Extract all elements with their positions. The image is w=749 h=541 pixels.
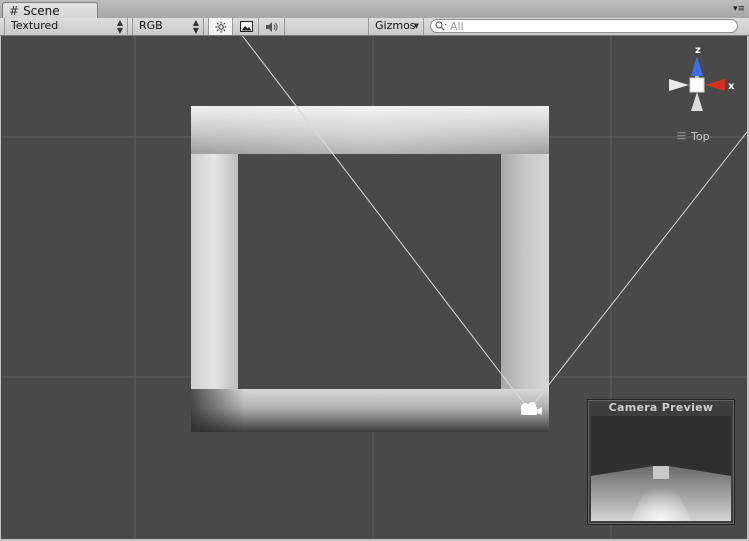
room-walls	[191, 106, 549, 432]
camera-preview-title: Camera Preview	[608, 401, 714, 414]
tab-strip: # Scene ▾≡	[0, 0, 749, 19]
menu-lines-icon: — — —	[677, 128, 686, 144]
image-icon	[239, 21, 253, 32]
view-orientation-text: Top	[691, 130, 710, 143]
tab-scene-label: Scene	[23, 3, 60, 18]
color-mode-dropdown[interactable]: RGB ▲ ▼	[132, 18, 204, 35]
scene-toolbar: Textured ▲ ▼ RGB ▲ ▼ Gizmos ▼ All	[0, 18, 749, 36]
view-orientation-label[interactable]: — — — Top	[677, 128, 710, 144]
search-input[interactable]	[447, 20, 730, 32]
z-axis-label: z	[695, 45, 701, 56]
camera-preview-panel: Camera Preview	[587, 399, 735, 525]
updown-arrows-icon: ▲ ▼	[192, 17, 199, 35]
orientation-gizmo: z x	[669, 45, 735, 111]
scene-viewport[interactable]: z x — — — Top Camera Preview	[1, 36, 747, 539]
render-mode-value: Textured	[11, 19, 59, 32]
camera-preview-image	[591, 416, 731, 521]
search-icon	[435, 21, 447, 31]
scene-window: # Scene ▾≡ Textured ▲ ▼ RGB ▲ ▼ Gizmos ▼…	[0, 0, 749, 541]
updown-arrows-icon: ▲ ▼	[116, 17, 123, 35]
audio-toggle-button[interactable]	[260, 18, 285, 35]
color-mode-value: RGB	[139, 19, 163, 32]
lighting-toggle-button[interactable]	[208, 18, 233, 35]
panel-menu-icon[interactable]: ▾≡	[733, 4, 745, 14]
dropdown-arrow-icon: ▼	[413, 22, 419, 30]
search-field[interactable]	[430, 19, 738, 33]
scene-fx-toggle-button[interactable]	[234, 18, 259, 35]
speaker-icon	[266, 21, 278, 32]
gizmos-label: Gizmos	[375, 19, 416, 32]
tab-scene[interactable]: # Scene	[2, 2, 98, 18]
grid-icon: #	[9, 3, 20, 18]
sun-icon	[215, 21, 226, 32]
x-axis-label: x	[728, 81, 735, 92]
render-mode-dropdown[interactable]: Textured ▲ ▼	[4, 18, 128, 35]
gizmos-dropdown[interactable]: Gizmos ▼	[368, 18, 424, 35]
